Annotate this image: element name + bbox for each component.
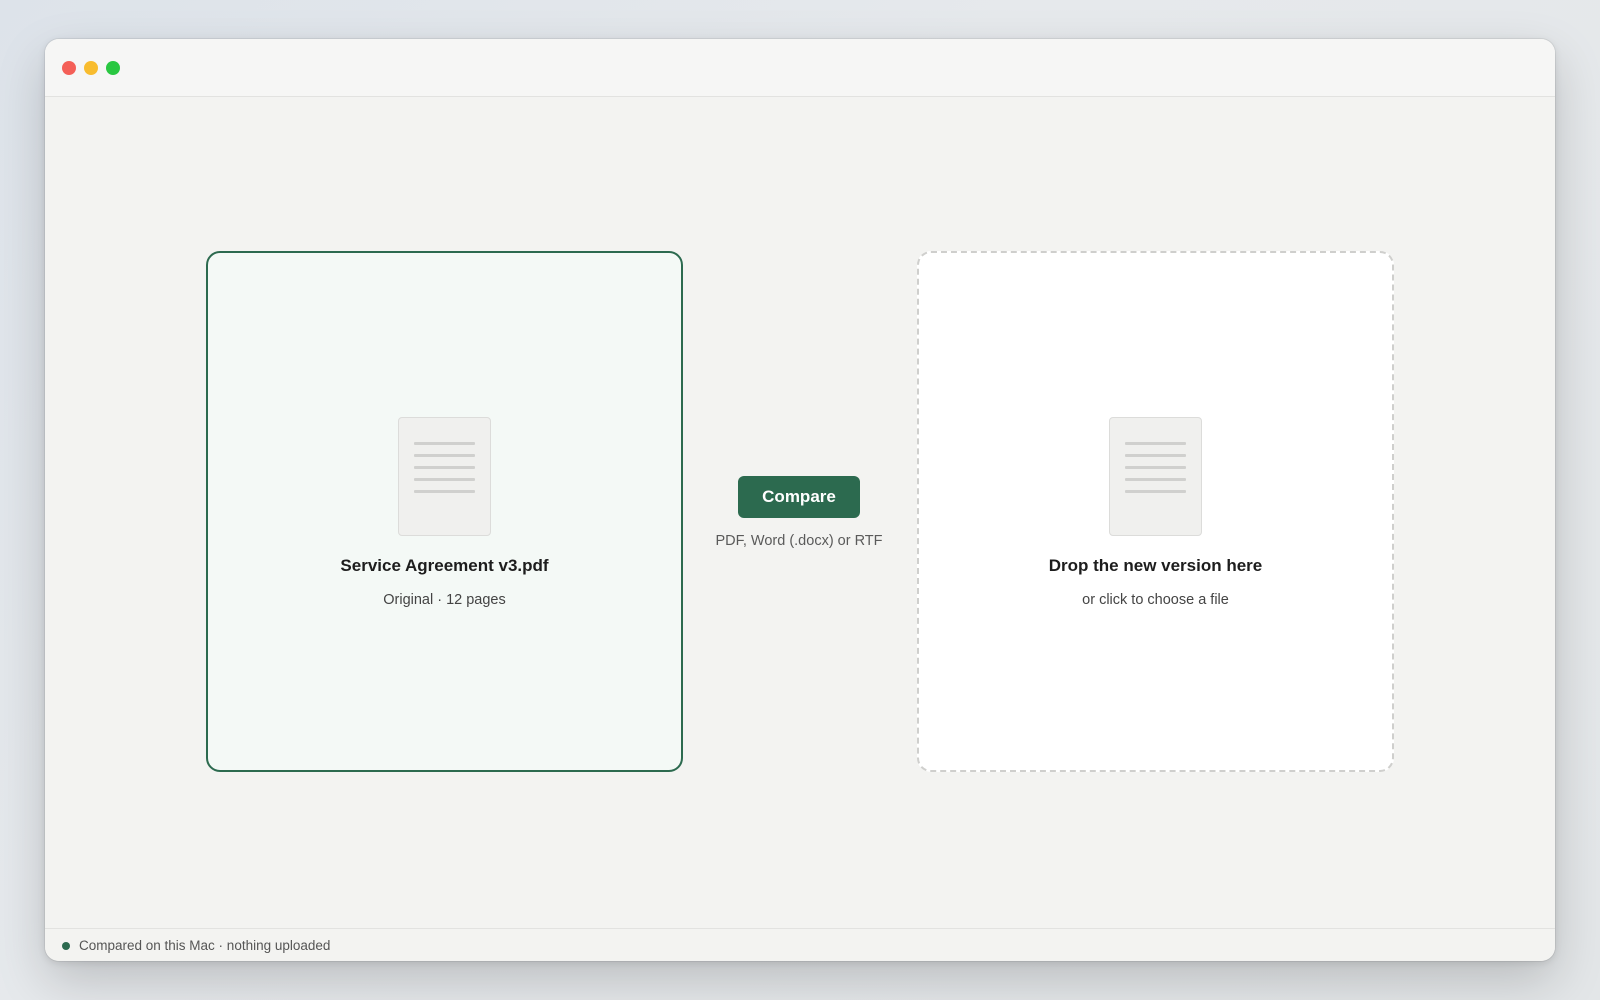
new-version-drop-zone[interactable]: Drop the new version here or click to ch… — [917, 251, 1394, 772]
status-bar: Compared on this Mac · nothing uploaded — [45, 928, 1555, 961]
original-file-card[interactable]: Service Agreement v3.pdf Original · 12 p… — [206, 251, 683, 772]
compare-button[interactable]: Compare — [738, 476, 860, 518]
original-file-name: Service Agreement v3.pdf — [340, 556, 549, 575]
document-icon — [398, 417, 491, 536]
title-bar — [45, 39, 1555, 97]
status-text: Compared on this Mac · nothing uploaded — [79, 938, 331, 953]
original-file-meta: Original · 12 pages — [383, 592, 506, 608]
status-indicator-icon — [62, 942, 70, 950]
drop-zone-title: Drop the new version here — [1048, 556, 1263, 575]
supported-formats-hint: PDF, Word (.docx) or RTF — [715, 533, 883, 549]
close-window-button[interactable] — [62, 61, 76, 75]
maximize-window-button[interactable] — [106, 61, 120, 75]
minimize-window-button[interactable] — [84, 61, 98, 75]
app-window: Service Agreement v3.pdf Original · 12 p… — [45, 39, 1555, 961]
drop-zone-subtitle: or click to choose a file — [1082, 592, 1229, 608]
document-icon — [1109, 417, 1202, 536]
